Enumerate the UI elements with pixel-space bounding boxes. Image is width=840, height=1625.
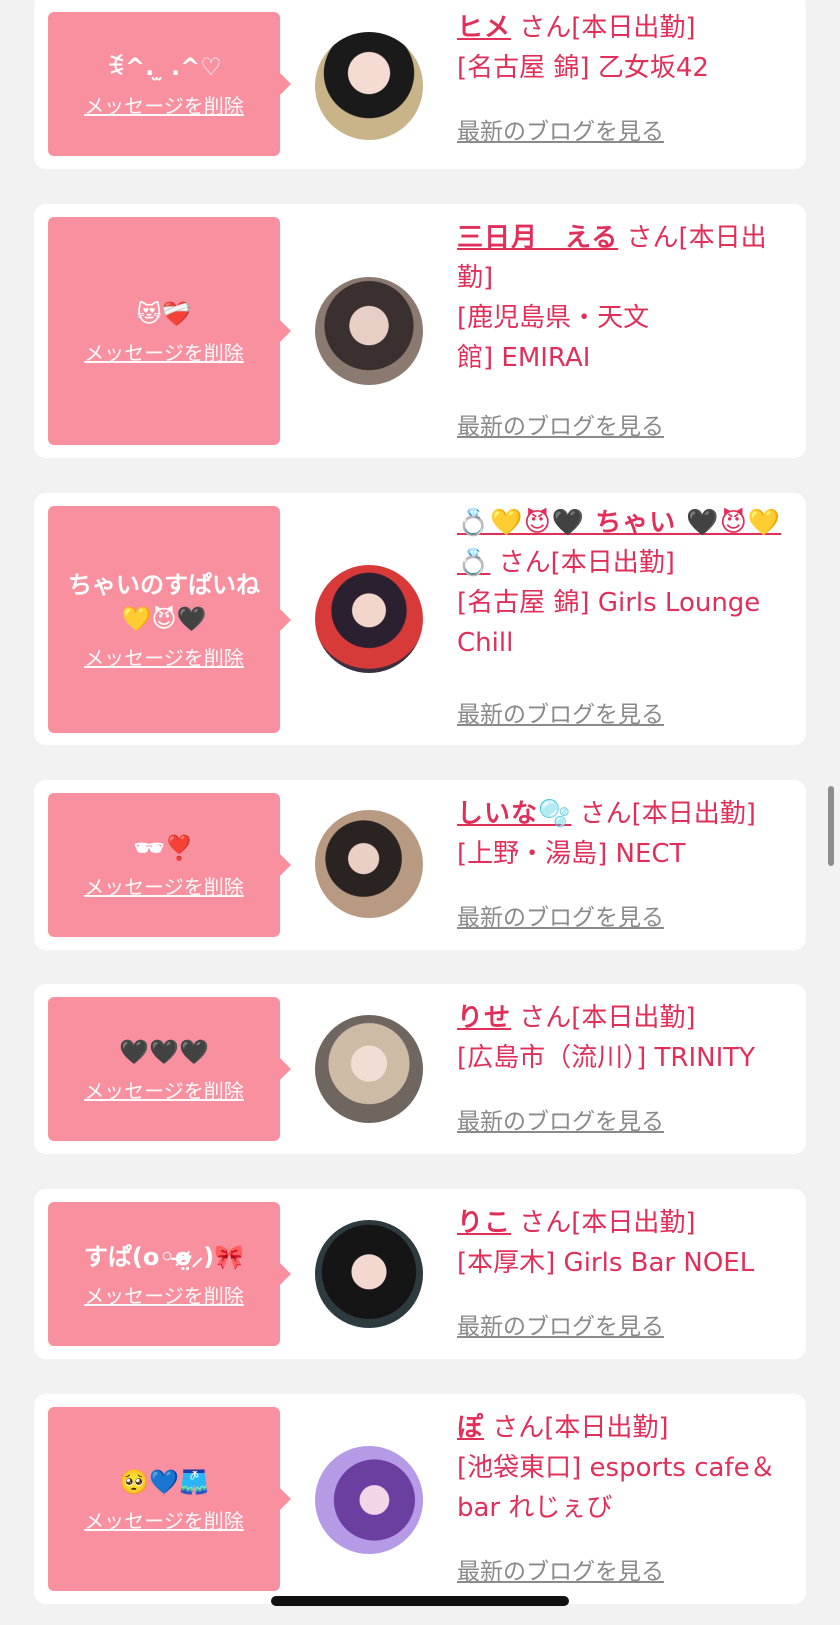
scrollbar[interactable] — [828, 786, 834, 866]
avatar[interactable] — [315, 565, 423, 673]
message-bubble: 🥺💙🩳 メッセージを削除 — [48, 1407, 291, 1591]
latest-blog-link[interactable]: 最新のブログを見る — [457, 112, 664, 146]
message-card: 🕶❣️ メッセージを削除 しいな🫧 さん[本日出勤] [上野・湯島] NECT … — [34, 780, 806, 950]
message-text: 🥺💙🩳 — [119, 1467, 209, 1496]
attendance-label: さん[本日出勤] — [519, 1003, 696, 1033]
cast-info: 💍💛😈🖤 ちゃい 🖤😈💛💍 さん[本日出勤] [名古屋 錦] Girls Lou… — [457, 503, 797, 663]
cast-name-link[interactable]: ヒメ — [457, 13, 511, 43]
message-bubble: 🕶❣️ メッセージを削除 — [48, 793, 291, 937]
shop-label: [広島市（流川）] TRINITY — [457, 1043, 756, 1073]
message-card: すぱ(o◦o̴̶̷̤⸝)🎀 メッセージを削除 りこ さん[本日出勤] [本厚木]… — [34, 1189, 806, 1359]
delete-message-link[interactable]: メッセージを削除 — [84, 90, 244, 119]
delete-message-link[interactable]: メッセージを削除 — [84, 1505, 244, 1534]
latest-blog-link[interactable]: 最新のブログを見る — [457, 695, 664, 729]
cast-info: りこ さん[本日出勤] [本厚木] Girls Bar NOEL — [457, 1203, 797, 1283]
cast-info: りせ さん[本日出勤] [広島市（流川）] TRINITY — [457, 998, 797, 1078]
message-card: 🖤🖤🖤 メッセージを削除 りせ さん[本日出勤] [広島市（流川）] TRINI… — [34, 984, 806, 1154]
message-bubble: すぱ(o◦o̴̶̷̤⸝)🎀 メッセージを削除 — [48, 1202, 291, 1346]
latest-blog-link[interactable]: 最新のブログを見る — [457, 1102, 664, 1136]
message-bubble: ちゃいのすぱいね 💛😈🖤 メッセージを削除 — [48, 506, 291, 733]
avatar[interactable] — [315, 32, 423, 140]
attendance-label: さん[本日出勤] — [519, 13, 696, 43]
message-text: ꉂ^. ̫ .^♡ — [106, 52, 222, 81]
delete-message-link[interactable]: メッセージを削除 — [84, 1280, 244, 1309]
delete-message-link[interactable]: メッセージを削除 — [84, 337, 244, 366]
cast-name-link[interactable]: 三日月 える — [457, 223, 618, 253]
latest-blog-link[interactable]: 最新のブログを見る — [457, 898, 664, 932]
attendance-label: さん[本日出勤] — [492, 1413, 669, 1443]
shop-label: [上野・湯島] NECT — [457, 839, 686, 869]
shop-label: [池袋東口] esports cafe＆bar れじぇび — [457, 1453, 776, 1523]
message-text: 🕶❣️ — [133, 833, 195, 862]
message-text: 🖤🖤🖤 — [119, 1037, 209, 1066]
shop-label: [名古屋 錦] 乙女坂42 — [457, 53, 709, 83]
message-card: ちゃいのすぱいね 💛😈🖤 メッセージを削除 💍💛😈🖤 ちゃい 🖤😈💛💍 さん[本… — [34, 493, 806, 745]
cast-name-link[interactable]: ぽ — [457, 1413, 484, 1443]
cast-info: ぽ さん[本日出勤] [池袋東口] esports cafe＆bar れじぇび — [457, 1408, 797, 1528]
cast-info: しいな🫧 さん[本日出勤] [上野・湯島] NECT — [457, 794, 797, 874]
latest-blog-link[interactable]: 最新のブログを見る — [457, 1552, 664, 1586]
shop-label: [鹿児島県・天文館] EMIRAI — [457, 303, 650, 373]
latest-blog-link[interactable]: 最新のブログを見る — [457, 1307, 664, 1341]
shop-label: [名古屋 錦] Girls Lounge Chill — [457, 588, 761, 658]
message-text: すぱ(o◦o̴̶̷̤⸝)🎀 — [83, 1242, 245, 1271]
avatar[interactable] — [315, 277, 423, 385]
shop-label: [本厚木] Girls Bar NOEL — [457, 1248, 755, 1278]
message-text: ちゃいのすぱいね 💛😈🖤 — [68, 571, 260, 633]
attendance-label: さん[本日出勤] — [579, 799, 756, 829]
attendance-label: さん[本日出勤] — [519, 1208, 696, 1238]
cast-info: 三日月 える さん[本日出勤] [鹿児島県・天文館] EMIRAI — [457, 218, 797, 378]
avatar[interactable] — [315, 1446, 423, 1554]
cast-name-link[interactable]: りせ — [457, 1003, 511, 1033]
cast-info: ヒメ さん[本日出勤] [名古屋 錦] 乙女坂42 — [457, 8, 797, 88]
delete-message-link[interactable]: メッセージを削除 — [84, 871, 244, 900]
delete-message-link[interactable]: メッセージを削除 — [84, 642, 244, 671]
delete-message-link[interactable]: メッセージを削除 — [84, 1075, 244, 1104]
message-text: 😻❤️‍🩹 — [136, 299, 192, 328]
attendance-label: さん[本日出勤] — [498, 548, 675, 578]
cast-name-link[interactable]: しいな🫧 — [457, 799, 571, 829]
avatar[interactable] — [315, 1220, 423, 1328]
message-card: ꉂ^. ̫ .^♡ メッセージを削除 ヒメ さん[本日出勤] [名古屋 錦] 乙… — [34, 0, 806, 169]
cast-name-link[interactable]: りこ — [457, 1208, 511, 1238]
message-card: 🥺💙🩳 メッセージを削除 ぽ さん[本日出勤] [池袋東口] esports c… — [34, 1394, 806, 1604]
latest-blog-link[interactable]: 最新のブログを見る — [457, 407, 664, 441]
message-card: 😻❤️‍🩹 メッセージを削除 三日月 える さん[本日出勤] [鹿児島県・天文館… — [34, 204, 806, 458]
message-bubble: 🖤🖤🖤 メッセージを削除 — [48, 997, 291, 1141]
message-bubble: ꉂ^. ̫ .^♡ メッセージを削除 — [48, 12, 291, 156]
avatar[interactable] — [315, 1015, 423, 1123]
avatar[interactable] — [315, 810, 423, 918]
home-indicator[interactable] — [271, 1596, 569, 1606]
message-bubble: 😻❤️‍🩹 メッセージを削除 — [48, 217, 291, 445]
